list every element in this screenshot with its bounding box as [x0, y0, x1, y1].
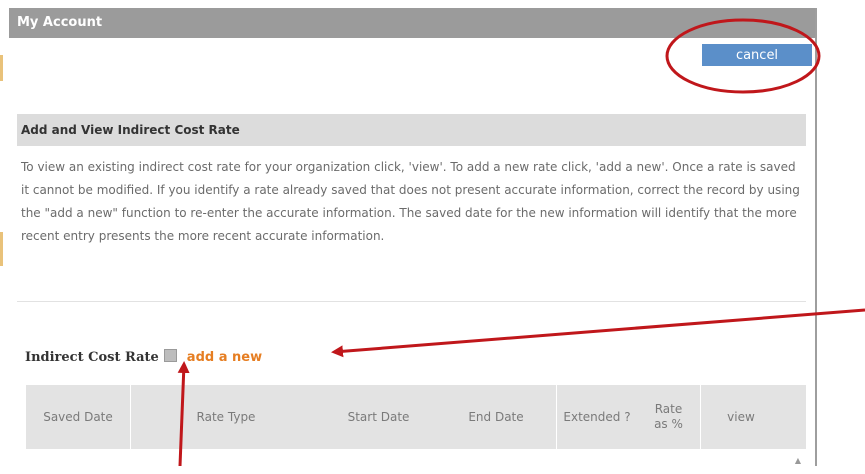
rates-table-header: Saved Date Rate Type Start Date End Date… [26, 385, 806, 449]
indirect-cost-rate-row: Indirect Cost Rate add a new [25, 348, 262, 368]
cancel-button[interactable]: cancel [702, 44, 812, 66]
indirect-cost-rate-label: Indirect Cost Rate [25, 350, 159, 365]
edge-marker [0, 232, 3, 266]
column-header-rate-type[interactable]: Rate Type [131, 385, 321, 449]
scroll-up-arrow-icon[interactable]: ▲ [792, 455, 804, 467]
rates-table-body: ▲ [26, 449, 806, 474]
column-header-extended[interactable]: Extended ? [557, 385, 637, 449]
column-header-end-date[interactable]: End Date [436, 385, 557, 449]
section-title: Add and View Indirect Cost Rate [17, 114, 806, 146]
column-header-saved-date[interactable]: Saved Date [26, 385, 131, 449]
section-description: To view an existing indirect cost rate f… [21, 160, 800, 243]
divider [17, 301, 806, 302]
my-account-panel: My Account cancel Add and View Indirect … [9, 8, 817, 474]
add-new-link[interactable]: add a new [187, 350, 262, 365]
left-edge-strip [0, 0, 9, 466]
edge-marker [0, 55, 3, 81]
window-title: My Account [9, 8, 815, 38]
column-header-view[interactable]: view [701, 385, 781, 449]
column-header-start-date[interactable]: Start Date [321, 385, 436, 449]
column-header-rate-percent[interactable]: Rate as % [637, 385, 701, 449]
help-icon[interactable] [163, 349, 177, 362]
